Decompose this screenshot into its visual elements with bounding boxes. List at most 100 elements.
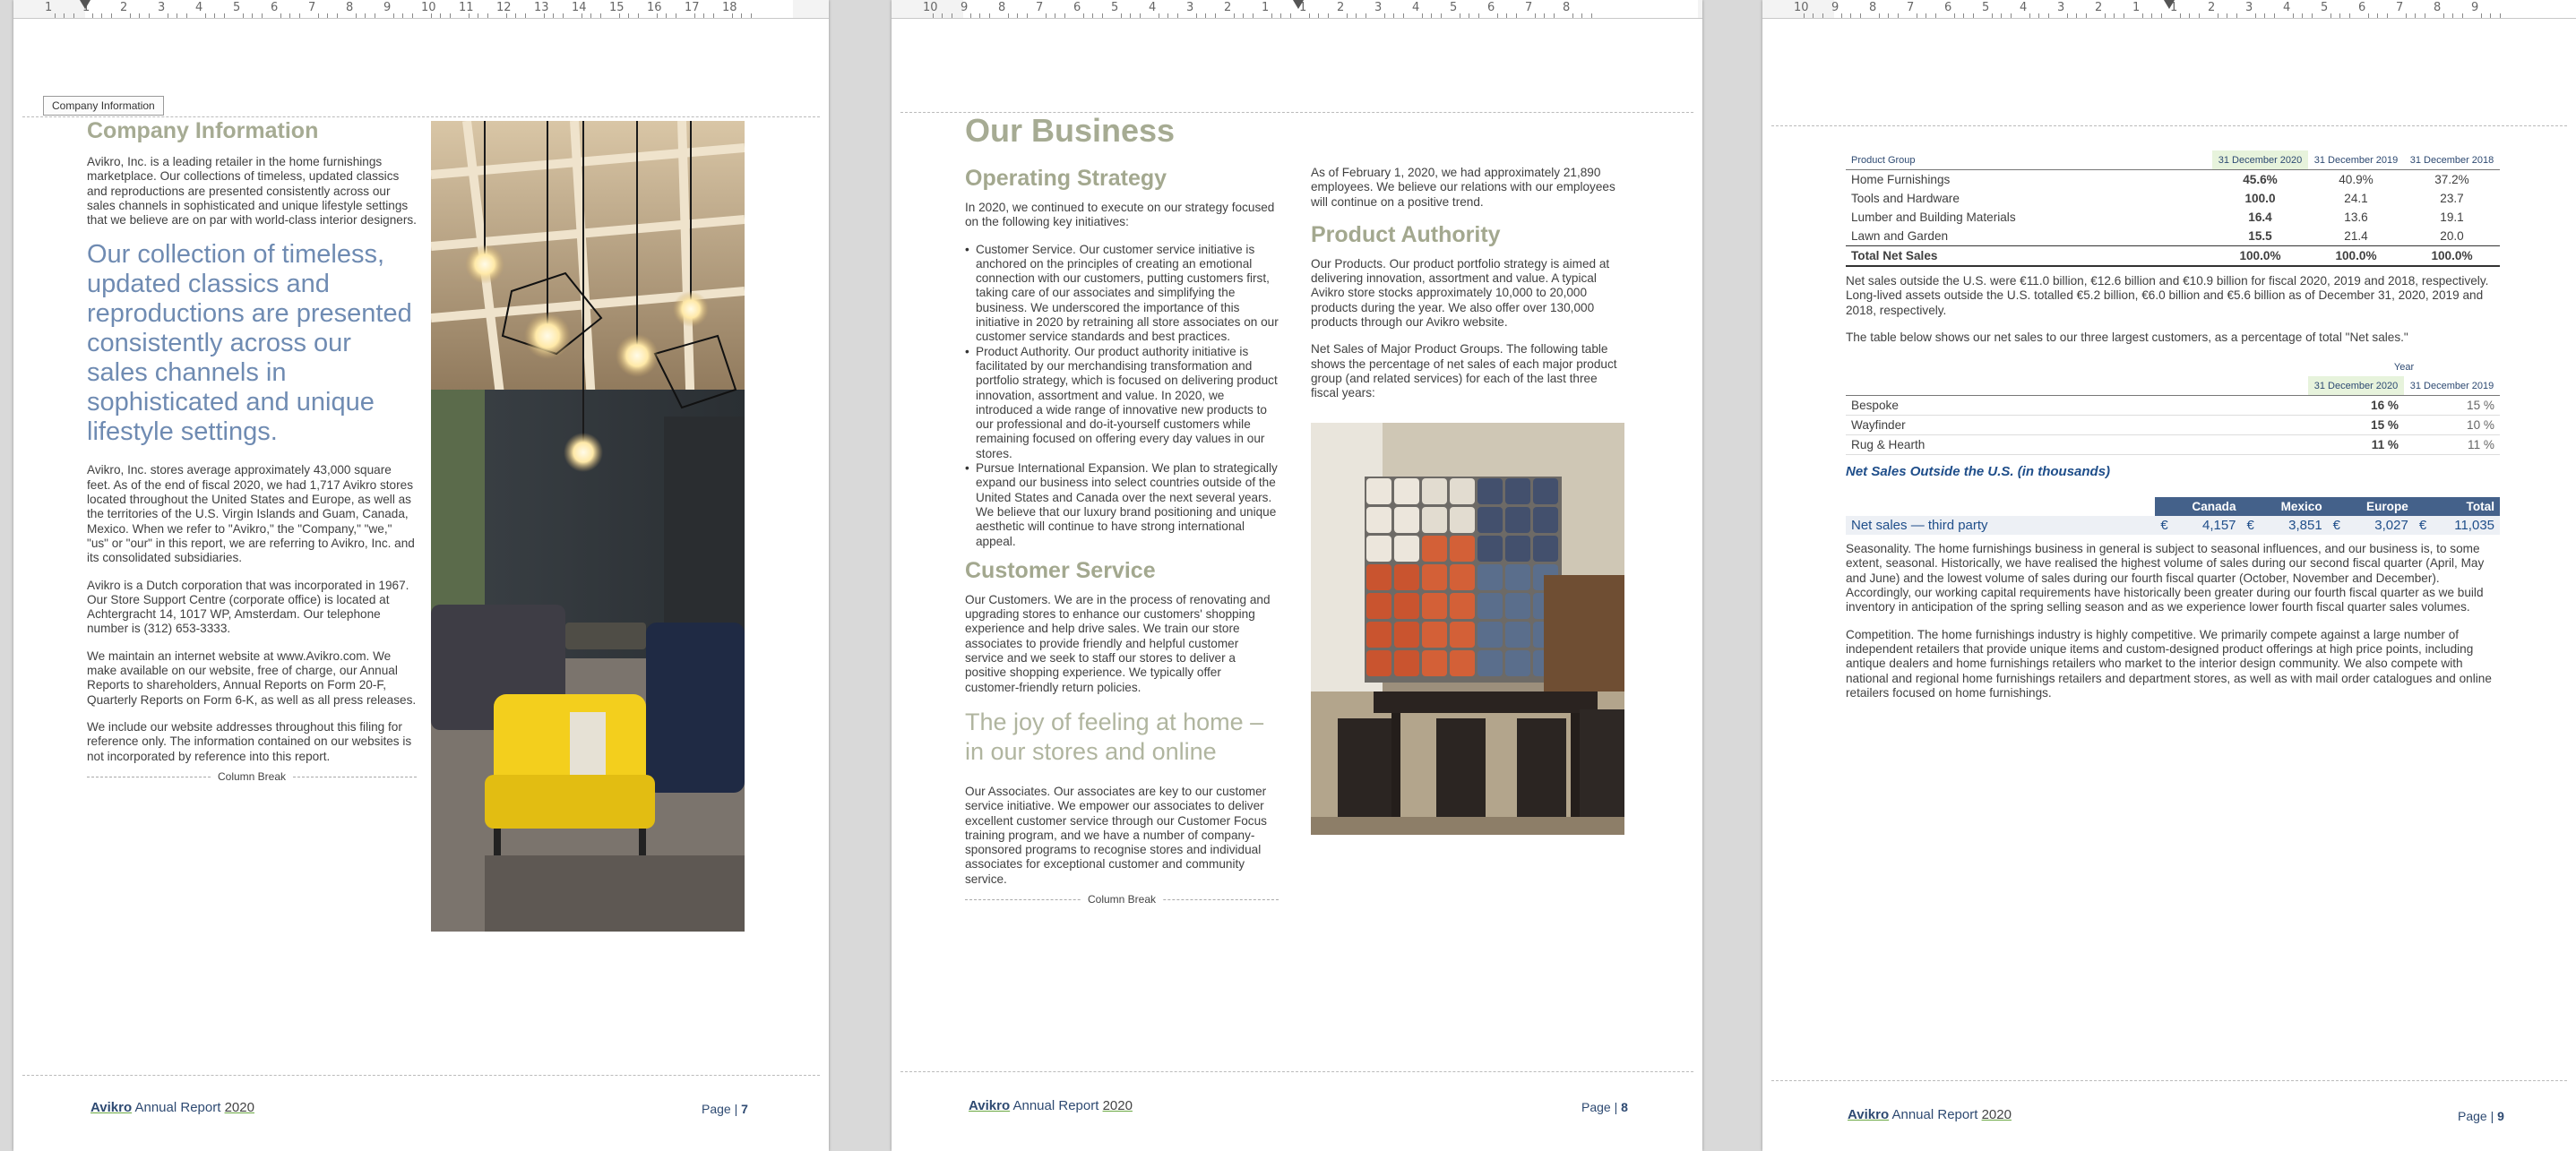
paragraph[interactable]: Avikro is a Dutch corporation that was i…	[87, 579, 417, 637]
customer-table: Year 31 December 2020 31 December 2019 B…	[1846, 357, 2500, 455]
ruler-number: 2	[1337, 1, 1345, 14]
paragraph[interactable]: Net sales outside the U.S. were €11.0 bi…	[1846, 274, 2500, 318]
table-cell[interactable]: Tools and Hardware	[1846, 189, 2212, 208]
paragraph[interactable]: Competition. The home furnishings indust…	[1846, 628, 2500, 700]
table-cell[interactable]: 100.0	[2212, 189, 2308, 208]
horizontal-ruler[interactable]: 1 1 2 3 4 5 6 7 8 9 10 11 12 13 14 15 16 17 18	[13, 0, 829, 19]
table-cell[interactable]: 21.4	[2308, 227, 2404, 246]
ruler-number: 1	[2132, 1, 2141, 14]
table-cell[interactable]: €3,027	[2328, 516, 2414, 535]
table-cell[interactable]: 100.0%	[2212, 246, 2308, 267]
table-cell[interactable]: 15.5	[2212, 227, 2308, 246]
table-cell[interactable]: €4,157	[2155, 516, 2241, 535]
pull-quote[interactable]: The joy of feeling at home – in our stor…	[965, 708, 1279, 767]
ruler-number: 8	[2434, 1, 2442, 14]
store-interior-photo[interactable]	[1311, 423, 1624, 835]
footer-brand[interactable]: Avikro Annual Report 2020	[90, 1100, 254, 1115]
ruler-number: 10	[1794, 1, 1809, 14]
table-cell[interactable]: 11 %	[2404, 435, 2500, 455]
horizontal-ruler[interactable]: 10 9 8 7 6 5 4 3 2 1 1 2 3 4 5 6 7 8	[892, 0, 1702, 19]
column-header[interactable]: 31 December 2020	[2308, 376, 2404, 396]
pull-quote[interactable]: Our collection of timeless, updated clas…	[87, 240, 417, 447]
page-9: 10 9 8 7 6 5 4 3 2 1 1 2 3 4 5 6 7 8 9 Product Group 31 De…	[1762, 0, 2576, 1151]
row-label[interactable]: Net sales — third party	[1846, 516, 2155, 535]
indent-marker-icon[interactable]	[80, 0, 90, 9]
table-cell[interactable]: 20.0	[2404, 227, 2500, 246]
column-header[interactable]: Canada	[2155, 497, 2241, 516]
footer-page-number[interactable]: Page | 9	[2458, 1109, 2504, 1123]
footer-page-number[interactable]: Page | 7	[702, 1102, 748, 1116]
table-cell[interactable]: Lawn and Garden	[1846, 227, 2212, 246]
paragraph[interactable]: Our Products. Our product portfolio stra…	[1311, 257, 1624, 330]
ruler-number: 2	[2208, 1, 2216, 14]
ruler-number: 9	[383, 1, 392, 14]
paragraph[interactable]: We include our website addresses through…	[87, 720, 417, 764]
indent-marker-icon[interactable]	[2164, 0, 2175, 9]
list-item[interactable]: Customer Service. Our customer service i…	[965, 243, 1279, 345]
table-cell[interactable]: 100.0%	[2308, 246, 2404, 267]
paragraph[interactable]: Net Sales of Major Product Groups. The f…	[1311, 342, 1624, 400]
table-cell[interactable]: Lumber and Building Materials	[1846, 208, 2212, 227]
table-cell[interactable]: Home Furnishings	[1846, 170, 2212, 190]
column-header[interactable]: Mexico	[2242, 497, 2328, 516]
table-cell[interactable]: Wayfinder	[1846, 416, 2308, 435]
table-cell[interactable]: 11 %	[2308, 435, 2404, 455]
column-header[interactable]: 31 December 2020	[2212, 150, 2308, 170]
horizontal-ruler[interactable]: 10 9 8 7 6 5 4 3 2 1 1 2 3 4 5 6 7 8 9	[1762, 0, 2576, 19]
ruler-number: 5	[1982, 1, 1990, 14]
header-tag[interactable]: Company Information	[43, 96, 164, 116]
table-cell[interactable]: 10 %	[2404, 416, 2500, 435]
table-cell[interactable]: 24.1	[2308, 189, 2404, 208]
table-row: Wayfinder 15 % 10 %	[1846, 416, 2500, 435]
table-cell[interactable]: 15 %	[2404, 396, 2500, 416]
ruler-number: 18	[722, 1, 737, 14]
column-break: Column Break	[87, 769, 417, 788]
table-cell[interactable]: €11,035	[2414, 516, 2500, 535]
table-cell[interactable]: 37.2%	[2404, 170, 2500, 190]
indent-marker-icon[interactable]	[1293, 0, 1304, 9]
paragraph[interactable]: Our Customers. We are in the process of …	[965, 593, 1279, 695]
table-cell[interactable]: 19.1	[2404, 208, 2500, 227]
paragraph[interactable]: Our Associates. Our associates are key t…	[965, 785, 1279, 887]
table-row: Home Furnishings 45.6% 40.9% 37.2%	[1846, 170, 2500, 190]
paragraph[interactable]: In 2020, we continued to execute on our …	[965, 201, 1279, 230]
paragraph[interactable]: We maintain an internet website at www.A…	[87, 649, 417, 708]
ruler-number: 7	[1907, 1, 1915, 14]
table-cell[interactable]: 45.6%	[2212, 170, 2308, 190]
table-cell[interactable]: 16.4	[2212, 208, 2308, 227]
table-cell[interactable]: 100.0%	[2404, 246, 2500, 267]
ruler-number: 7	[2396, 1, 2404, 14]
table-cell[interactable]: 15 %	[2308, 416, 2404, 435]
column-break: Column Break	[965, 892, 1279, 911]
column-header[interactable]: Product Group	[1846, 150, 2212, 170]
column-header[interactable]: 31 December 2018	[2404, 150, 2500, 170]
footer-brand[interactable]: Avikro Annual Report 2020	[1848, 1107, 2012, 1122]
column-header[interactable]: 31 December 2019	[2308, 150, 2404, 170]
table-cell[interactable]: 40.9%	[2308, 170, 2404, 190]
paragraph[interactable]: As of February 1, 2020, we had approxima…	[1311, 166, 1624, 210]
footer-page-number[interactable]: Page | 8	[1581, 1100, 1628, 1114]
table-cell[interactable]: 16 %	[2308, 396, 2404, 416]
paragraph[interactable]: Avikro, Inc. is a leading retailer in th…	[87, 155, 417, 228]
net-sales-table: Canada Mexico Europe Total Net sales — t…	[1846, 497, 2500, 536]
footer-brand[interactable]: Avikro Annual Report 2020	[969, 1098, 1133, 1113]
paragraph[interactable]: Avikro, Inc. stores average approximatel…	[87, 463, 417, 565]
table-cell[interactable]: €3,851	[2242, 516, 2328, 535]
table-cell[interactable]: Rug & Hearth	[1846, 435, 2308, 455]
table-cell[interactable]: Total Net Sales	[1846, 246, 2212, 267]
column-header[interactable]: Total	[2414, 497, 2500, 516]
paragraph[interactable]: Seasonality. The home furnishings busine…	[1846, 542, 2500, 614]
ruler-number: 15	[609, 1, 625, 14]
living-room-photo[interactable]	[431, 121, 745, 932]
column-header[interactable]: 31 December 2019	[2404, 376, 2500, 396]
initiatives-list: Customer Service. Our customer service i…	[965, 243, 1279, 549]
ruler-number: 3	[158, 1, 166, 14]
column-header[interactable]: Europe	[2328, 497, 2414, 516]
table-cell[interactable]: Bespoke	[1846, 396, 2308, 416]
list-item[interactable]: Pursue International Expansion. We plan …	[965, 461, 1279, 549]
table-cell[interactable]: 23.7	[2404, 189, 2500, 208]
paragraph[interactable]: The table below shows our net sales to o…	[1846, 331, 2500, 345]
list-item[interactable]: Product Authority. Our product authority…	[965, 345, 1279, 461]
table-cell[interactable]: 13.6	[2308, 208, 2404, 227]
ruler-number: 6	[1487, 1, 1495, 14]
